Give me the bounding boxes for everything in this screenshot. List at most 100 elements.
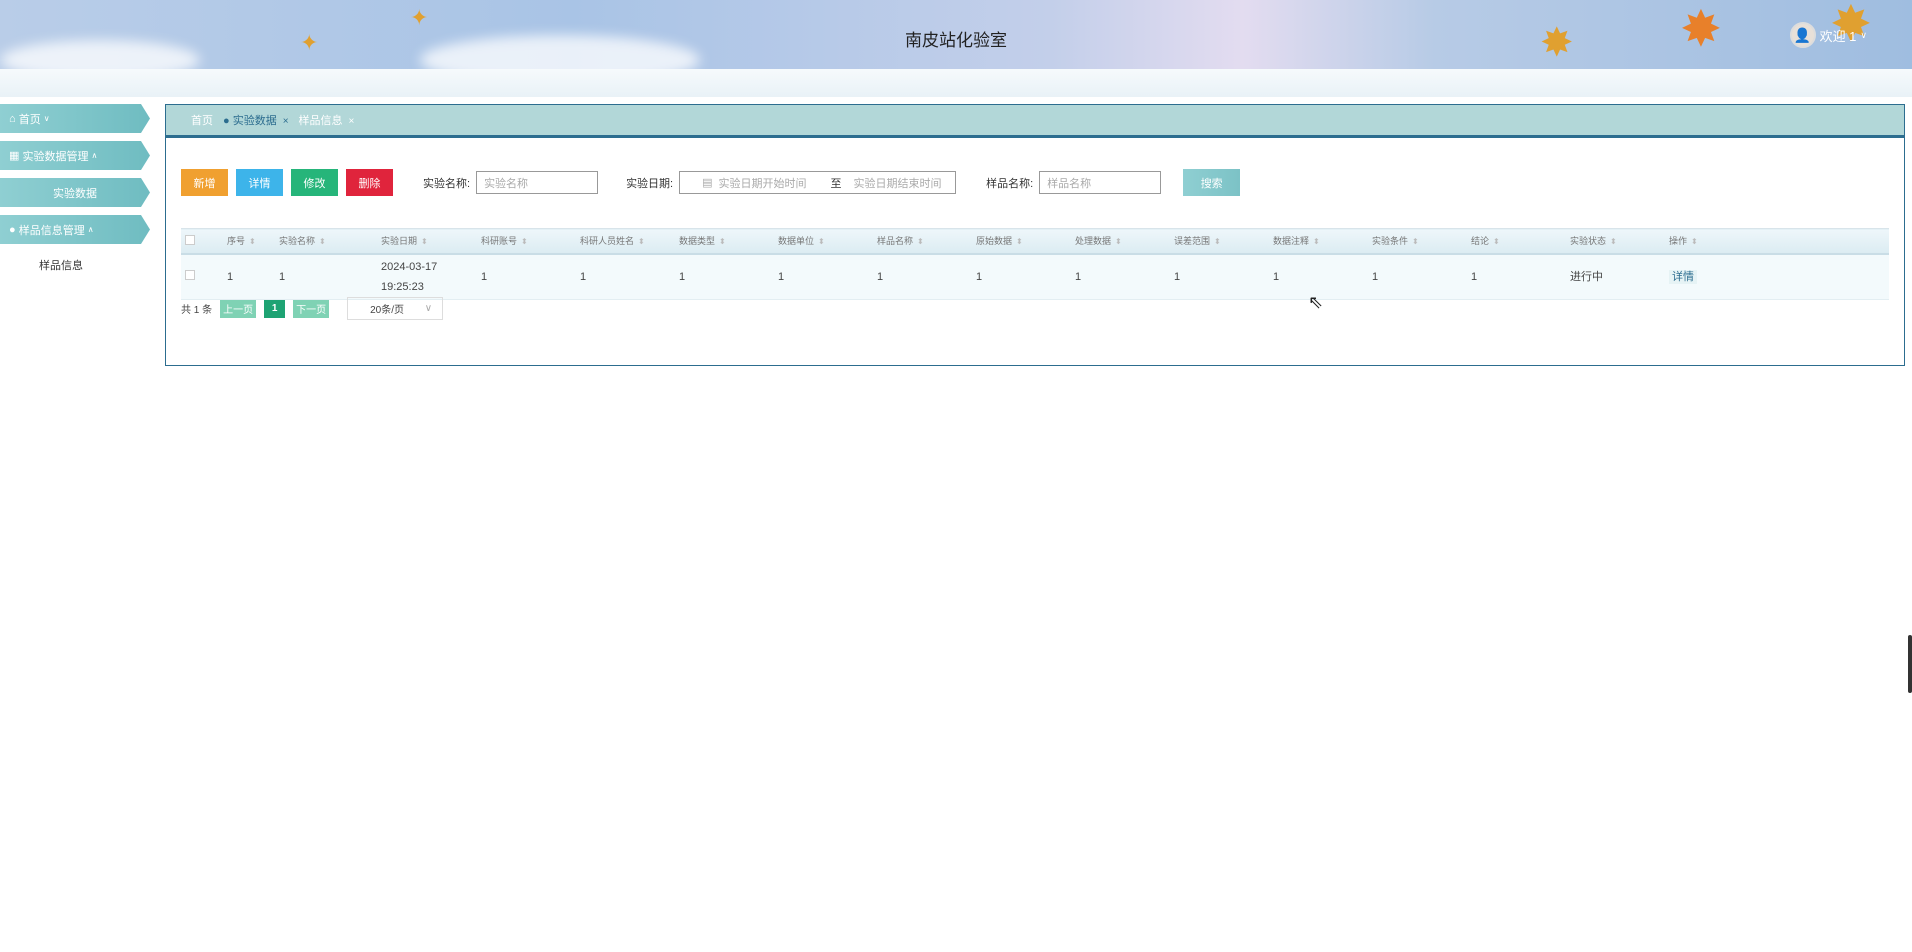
- sort-icon[interactable]: ⬍: [1493, 237, 1500, 246]
- table-cell: 1: [481, 253, 580, 300]
- table-cell: 1: [580, 253, 679, 300]
- total-count: 共 1 条: [181, 305, 213, 316]
- scrollbar[interactable]: [1908, 635, 1912, 693]
- add-button[interactable]: 新增: [181, 169, 228, 196]
- column-header[interactable]: 科研人员姓名 ⬍: [580, 228, 679, 255]
- column-header[interactable]: 数据注释 ⬍: [1273, 228, 1372, 255]
- sort-icon[interactable]: ⬍: [1691, 237, 1698, 246]
- table-row[interactable]: 1 1 2024-03-17 19:25:23 1 1 1 1 1 1 1 1 1 1 1 进行中 详情: [181, 253, 1889, 300]
- grid-icon: ▦: [9, 150, 20, 162]
- next-page-button[interactable]: 下一页: [293, 299, 330, 318]
- sort-icon[interactable]: ⬍: [421, 237, 428, 246]
- close-icon[interactable]: ×: [283, 116, 289, 127]
- sort-icon[interactable]: ⬍: [818, 237, 825, 246]
- sort-icon[interactable]: ⬍: [719, 237, 726, 246]
- column-header[interactable]: 序号 ⬍: [227, 228, 279, 255]
- tab-experiment-data[interactable]: ● 实验数据 ×: [223, 112, 289, 128]
- row-detail-link[interactable]: 详情: [1669, 269, 1697, 284]
- column-header[interactable]: 原始数据 ⬍: [976, 228, 1075, 255]
- sidebar-item-home[interactable]: ⌂ 首页 ∨: [0, 104, 150, 133]
- column-header[interactable]: 实验日期 ⬍: [381, 228, 481, 255]
- page-size-value: 20条/页: [370, 305, 405, 316]
- sort-icon[interactable]: ⬍: [1115, 237, 1122, 246]
- chevron-down-icon: ∨: [424, 303, 433, 314]
- data-table: 序号 ⬍ 实验名称 ⬍ 实验日期 ⬍ 科研账号 ⬍ 科研人员姓名 ⬍ 数据类型 ⬍ 数据单位 ⬍ 样品名称 ⬍…: [181, 228, 1889, 300]
- prev-page-button[interactable]: 上一页: [220, 299, 257, 318]
- edit-button[interactable]: 修改: [291, 169, 338, 196]
- column-header[interactable]: 实验名称 ⬍: [279, 228, 381, 255]
- sort-icon[interactable]: ⬍: [521, 237, 528, 246]
- header-strip: [0, 69, 1912, 97]
- column-header-label: 科研账号: [481, 236, 518, 247]
- column-header-label: 实验日期: [381, 236, 418, 247]
- home-icon: ⌂: [9, 112, 16, 125]
- column-header[interactable]: 实验条件 ⬍: [1372, 228, 1471, 255]
- sidebar-group-sample-info[interactable]: ● 样品信息管理 ∧: [0, 215, 150, 244]
- table-cell: 1: [877, 253, 976, 300]
- column-header-label: 样品名称: [877, 236, 914, 247]
- toolbar: 新增 详情 修改 删除 实验名称: 实验名称 实验日期: ▤ 实验日期开始时间 …: [181, 169, 1241, 196]
- search-button[interactable]: 搜索: [1183, 169, 1241, 196]
- column-header[interactable]: 科研账号 ⬍: [481, 228, 580, 255]
- circle-icon: ●: [9, 223, 16, 236]
- column-header-label: 误差范围: [1174, 236, 1211, 247]
- placeholder: 样品名称: [1047, 177, 1092, 190]
- calendar-icon: ▤: [702, 177, 713, 189]
- column-header[interactable]: 数据单位 ⬍: [778, 228, 877, 255]
- column-header-label: 数据类型: [679, 236, 716, 247]
- sidebar-item-label: 实验数据管理: [22, 150, 89, 163]
- sort-icon[interactable]: ⬍: [1412, 237, 1419, 246]
- close-icon[interactable]: ×: [349, 116, 355, 127]
- date-range-input[interactable]: ▤ 实验日期开始时间 至 实验日期结束时间: [679, 171, 957, 194]
- sidebar-item-label: 样品信息: [39, 260, 83, 272]
- column-header-label: 操作: [1669, 236, 1688, 247]
- column-header[interactable]: 样品名称 ⬍: [877, 228, 976, 255]
- sort-icon[interactable]: ⬍: [917, 237, 924, 246]
- table-cell: 1: [1174, 253, 1273, 300]
- delete-button[interactable]: 删除: [346, 169, 393, 196]
- user-greeting: 欢迎 1: [1819, 28, 1857, 44]
- column-header-label: 结论: [1471, 236, 1490, 247]
- column-header-label: 数据单位: [778, 236, 815, 247]
- column-header[interactable]: 结论 ⬍: [1471, 228, 1570, 255]
- sort-icon[interactable]: ⬍: [1016, 237, 1023, 246]
- detail-button[interactable]: 详情: [236, 169, 283, 196]
- tab-label: 样品信息: [298, 115, 343, 127]
- table-cell: 1: [1372, 253, 1471, 300]
- page-size-select[interactable]: 20条/页 ∨: [347, 297, 444, 320]
- tab-sample-info[interactable]: 样品信息 ×: [299, 112, 355, 128]
- date-separator: 至: [830, 177, 842, 190]
- sample-name-input[interactable]: 样品名称: [1039, 171, 1162, 194]
- sort-icon[interactable]: ⬍: [249, 237, 256, 246]
- tab-home[interactable]: 首页: [191, 112, 213, 128]
- chevron-down-icon: ∨: [1860, 29, 1867, 40]
- sidebar-item-experiment-data[interactable]: 实验数据: [0, 178, 150, 207]
- select-all-checkbox[interactable]: [181, 228, 227, 255]
- tab-label: 首页: [191, 115, 213, 127]
- table-cell: 1: [1471, 253, 1570, 300]
- column-header[interactable]: 操作 ⬍: [1669, 228, 1768, 255]
- sort-icon[interactable]: ⬍: [638, 237, 645, 246]
- column-header[interactable]: 处理数据 ⬍: [1075, 228, 1174, 255]
- column-header[interactable]: 实验状态 ⬍: [1570, 228, 1669, 255]
- table-cell: 1: [778, 253, 877, 300]
- table-cell: 2024-03-17 19:25:23: [381, 253, 481, 300]
- page-1-button[interactable]: 1: [264, 299, 286, 318]
- sidebar-item-label: 实验数据: [53, 187, 97, 200]
- sidebar-group-experiment-data[interactable]: ▦ 实验数据管理 ∧: [0, 141, 150, 170]
- row-checkbox[interactable]: [181, 253, 227, 300]
- sidebar-item-sample-info[interactable]: 样品信息: [0, 250, 150, 280]
- experiment-name-input[interactable]: 实验名称: [476, 171, 599, 194]
- column-header[interactable]: 数据类型 ⬍: [679, 228, 778, 255]
- experiment-name-label: 实验名称:: [423, 177, 471, 190]
- sort-icon[interactable]: ⬍: [1610, 237, 1617, 246]
- sort-icon[interactable]: ⬍: [319, 237, 326, 246]
- table-cell: [1768, 253, 1889, 300]
- chevron-up-icon: ∧: [91, 151, 98, 160]
- sidebar-item-label: 样品信息管理: [18, 224, 85, 237]
- column-header[interactable]: 误差范围 ⬍: [1174, 228, 1273, 255]
- sort-icon[interactable]: ⬍: [1214, 237, 1221, 246]
- table-cell: 1: [976, 253, 1075, 300]
- user-menu[interactable]: 👤 欢迎 1 ∨: [1789, 22, 1867, 48]
- sort-icon[interactable]: ⬍: [1313, 237, 1320, 246]
